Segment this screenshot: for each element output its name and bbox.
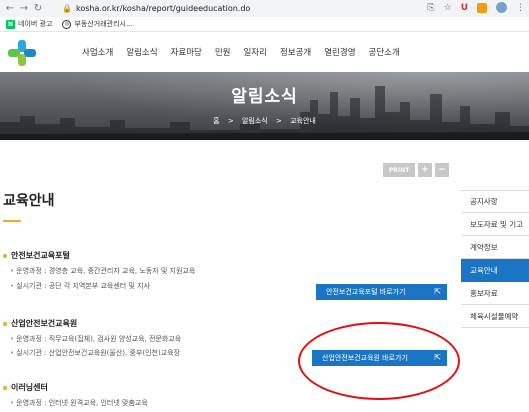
highlight-ellipse-annotation [298,322,460,400]
lock-icon: 🔒 [62,4,72,13]
nav-item-civil[interactable]: 민원 [215,46,231,58]
nav-item-management[interactable]: 열린경영 [324,46,355,58]
breadcrumb: 홈 > 알림소식 > 교육안내 [0,116,529,126]
line-marker: • [10,267,15,275]
reload-icon[interactable]: ↻ [31,2,45,16]
line-label: 실시기관 : [16,349,47,357]
browser-toolbar: ← → ↻ 🔒 kosha.or.kr/kosha/report/guideed… [0,0,529,17]
nav-item-disclosure[interactable]: 정보공개 [280,46,311,58]
section-title-elearning: 이러닝센터 [3,382,48,393]
section-line: • 운영과정 : 직무교육(집체), 검사원 양성교육, 전문화교육 [10,334,181,344]
nav-item-business[interactable]: 사업소개 [82,46,113,58]
bookmark-naver[interactable]: N 네이버 광고 [6,19,52,29]
page-tools: PRINT + − [383,163,449,177]
kosha-logo[interactable] [8,40,36,66]
breadcrumb-separator: > [275,117,282,125]
line-value: 산업안전보건교육원(울산), 중부(인천)교육장 [48,349,181,357]
sidebar-item-promotion[interactable]: 홍보자료 [461,282,529,305]
section-line: • 실시기관 : 산업안전보건교육원(울산), 중부(인천)교육장 [10,348,180,358]
sidebar-item-sports-reservation[interactable]: 체육시설물예약 [461,305,529,328]
section-line: • 실시기관 : 공단 각 지역본부 교육센터 및 지사 [10,281,150,291]
bookmark-label: 부동산거래관리시... [74,20,133,28]
url-text[interactable]: kosha.or.kr/kosha/report/guideeducation.… [76,4,250,13]
site-header: 사업소개 알림소식 자료마당 민원 일자리 정보공개 열린경영 공단소개 [0,32,529,72]
bullet-dot [3,321,7,326]
main-nav: 사업소개 알림소식 자료마당 민원 일자리 정보공개 열린경영 공단소개 [82,46,413,58]
zoom-in-button[interactable]: + [418,163,432,177]
goto-portal-label: 안전보건교육포털 바로가기 [326,288,406,296]
section-line: • 운영과정 : 인터넷 원격교육, 인터넷 맞춤교육 [10,398,148,408]
back-icon[interactable]: ← [3,2,17,16]
line-label: 실시기관 : [16,282,47,290]
menu-icon[interactable]: ⋮ [516,3,525,13]
extension-icon[interactable] [477,2,487,13]
page-title: 교육안내 [3,193,55,209]
section-title-text: 안전보건교육포털 [11,251,70,260]
section-title-portal: 안전보건교육포털 [3,250,70,261]
breadcrumb-separator: > [227,117,234,125]
address-bar[interactable]: 🔒 kosha.or.kr/kosha/report/guideeducatio… [58,2,444,15]
bookmark-realestate[interactable]: ◎ 부동산거래관리시... [62,19,133,29]
line-marker: • [10,349,15,357]
copy-icon[interactable]: ⎘ [427,3,434,13]
nav-item-about[interactable]: 공단소개 [369,46,400,58]
nav-item-jobs[interactable]: 일자리 [243,46,266,58]
page-section-title: 알림소식 [231,87,298,107]
line-marker: • [10,335,15,343]
star-icon[interactable]: ☆ [444,3,452,13]
line-label: 운영과정 : [16,335,47,343]
extension-u-icon[interactable]: U [461,3,468,13]
external-link-icon: ⇱ [434,287,441,296]
title-underline [3,220,21,222]
breadcrumb-home[interactable]: 홈 [213,117,219,125]
hero-banner: 알림소식 홈 > 알림소식 > 교육안내 [0,72,529,140]
sidebar-item-notice[interactable]: 공지사항 [461,190,529,213]
line-value: 경영층 교육, 중간관리자 교육, 노동자 및 지원교육 [48,267,196,275]
line-label: 운영과정 : [16,399,47,407]
line-marker: • [10,282,15,290]
section-title-institute: 산업안전보건교육원 [3,318,77,329]
sidebar-item-education[interactable]: 교육안내 [461,259,529,282]
bullet-dot [3,385,7,390]
sidebar-item-contract[interactable]: 계약정보 [461,236,529,259]
zoom-out-button[interactable]: − [435,163,449,177]
globe-icon: ◎ [62,19,72,29]
bookmarks-bar: N 네이버 광고 ◎ 부동산거래관리시... [0,17,529,32]
line-value: 공단 각 지역본부 교육센터 및 지사 [48,282,151,290]
forward-icon[interactable]: → [17,2,31,16]
breadcrumb-news[interactable]: 알림소식 [242,117,268,125]
section-title-text: 이러닝센터 [11,383,48,392]
line-value: 인터넷 원격교육, 인터넷 맞춤교육 [48,399,148,407]
line-marker: • [10,399,15,407]
line-label: 운영과정 : [16,267,47,275]
bullet-dot [3,253,7,258]
nav-item-news[interactable]: 알림소식 [126,46,157,58]
browser-actions: ⎘ ☆ U ⋮ [427,2,525,13]
section-line: • 운영과정 : 경영층 교육, 중간관리자 교육, 노동자 및 지원교육 [10,266,195,276]
breadcrumb-current: 교육안내 [290,117,316,125]
section-title-text: 산업안전보건교육원 [11,319,78,328]
print-button[interactable]: PRINT [383,163,415,177]
nav-item-resources[interactable]: 자료마당 [171,46,202,58]
sidebar-item-press[interactable]: 보도자료 및 기고 [461,213,529,236]
profile-avatar[interactable] [496,2,507,13]
line-value: 직무교육(집체), 검사원 양성교육, 전문화교육 [48,335,182,343]
goto-portal-button[interactable]: 안전보건교육포털 바로가기 ⇱ [316,284,447,300]
bookmark-label: 네이버 광고 [18,20,53,28]
sub-nav: 공지사항 보도자료 및 기고 계약정보 교육안내 홍보자료 체육시설물예약 [461,190,529,328]
naver-icon: N [6,19,15,29]
